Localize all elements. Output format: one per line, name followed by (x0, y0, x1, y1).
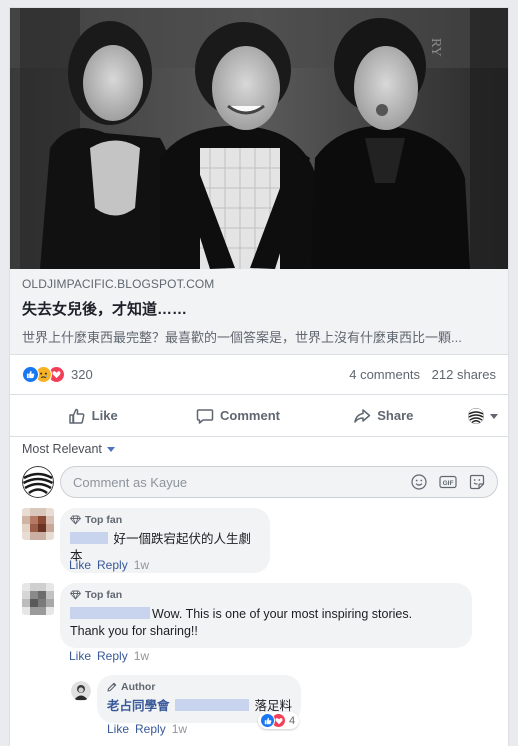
share-label: Share (377, 408, 414, 423)
comments-count[interactable]: 4 comments (349, 367, 420, 382)
post-card: RY OLDJIMPACIFIC.BLOGSPOT.COM 失去女兒後，才知道…… (9, 7, 509, 746)
comment-icon (196, 408, 214, 424)
author-avatar[interactable] (71, 681, 91, 701)
share-button[interactable]: Share (311, 407, 456, 425)
svg-text:GIF: GIF (443, 480, 454, 487)
like-reaction-icon (22, 366, 39, 383)
comment: Top fan Wow. This is one of your most in… (22, 583, 472, 648)
reply-actions: Like Reply 1w (107, 722, 187, 736)
badge-label: Top fan (85, 514, 123, 526)
comment-actions: Like Reply 1w (69, 649, 149, 663)
comment-label: Comment (220, 408, 280, 423)
emoji-icon[interactable] (411, 474, 427, 490)
shares-count[interactable]: 212 shares (432, 367, 496, 382)
comment-sort-dropdown[interactable]: Most Relevant (22, 442, 115, 456)
commenter-avatar[interactable] (22, 508, 54, 540)
diamond-icon (70, 590, 81, 600)
like-label: Like (91, 408, 118, 423)
comment-like-link[interactable]: Like (69, 558, 91, 572)
chevron-down-icon (106, 447, 115, 452)
link-title[interactable]: 失去女兒後，才知道…… (22, 298, 496, 319)
tagged-name-redacted[interactable] (175, 699, 249, 711)
reply-like-link[interactable]: Like (107, 722, 129, 736)
sort-label: Most Relevant (22, 442, 102, 456)
share-icon (354, 408, 371, 423)
page-avatar-icon (467, 407, 484, 424)
comment-timestamp[interactable]: 1w (134, 649, 149, 663)
commenter-avatar[interactable] (22, 583, 54, 615)
commenter-name-redacted[interactable] (70, 532, 108, 544)
pencil-icon (107, 682, 117, 692)
reply-reply-link[interactable]: Reply (135, 722, 166, 736)
reaction-summary[interactable]: 320 (22, 366, 93, 383)
comment-text: Wow. This is one of your most inspiring … (152, 607, 413, 621)
post-actions: Like Comment Share (10, 395, 508, 437)
link-description: 世界上什麼東西最完整？最喜歡的一個答案是，世界上沒有什麼東西比一顆... (22, 330, 462, 345)
post-photo[interactable]: RY (10, 8, 508, 269)
comment-composer: Comment as Kayue GIF (22, 464, 498, 500)
comment-placeholder: Comment as Kayue (73, 474, 188, 490)
comment-bubble: Top fan Wow. This is one of your most in… (60, 583, 472, 648)
sticker-icon[interactable] (469, 474, 485, 490)
reply-reaction-count: 4 (289, 714, 296, 727)
comment-like-link[interactable]: Like (69, 649, 91, 663)
user-avatar[interactable] (22, 466, 54, 498)
reaction-count[interactable]: 320 (71, 367, 93, 382)
like-button[interactable]: Like (20, 407, 165, 425)
diamond-icon (70, 515, 81, 525)
comment-reply-link[interactable]: Reply (97, 558, 128, 572)
reply-text: 落足料 (254, 699, 292, 713)
comment-reply-link[interactable]: Reply (97, 649, 128, 663)
reaction-identity-selector[interactable] (456, 407, 498, 424)
reaction-stats-bar: 320 4 comments 212 shares (10, 355, 508, 395)
comment-text-continued: Thank you for sharing!! (70, 624, 198, 638)
badge-label: Top fan (85, 589, 123, 601)
reply-reaction-summary[interactable]: 4 (258, 712, 300, 729)
commenter-name-redacted[interactable] (70, 607, 150, 619)
top-fan-badge: Top fan (70, 514, 260, 526)
comment-share-counts: 4 comments 212 shares (341, 367, 496, 382)
comment-timestamp[interactable]: 1w (134, 558, 149, 572)
svg-text:RY: RY (428, 38, 443, 57)
comment-input[interactable]: Comment as Kayue GIF (60, 466, 498, 498)
composer-icons: GIF (411, 474, 485, 490)
comment-actions: Like Reply 1w (69, 558, 149, 572)
thumbs-up-icon (68, 408, 85, 424)
comment-text-row: Wow. This is one of your most inspiring … (70, 606, 462, 640)
link-domain: OLDJIMPACIFIC.BLOGSPOT.COM (22, 277, 215, 291)
author-name[interactable]: 老占同學會 (107, 699, 170, 713)
author-badge: Author (107, 681, 293, 693)
badge-label: Author (121, 681, 156, 693)
top-fan-badge: Top fan (70, 589, 462, 601)
reply-timestamp[interactable]: 1w (172, 722, 187, 736)
chevron-down-icon (489, 413, 498, 419)
comment-button[interactable]: Comment (165, 407, 310, 425)
photo-image: RY (10, 8, 508, 269)
like-reaction-icon (260, 713, 275, 728)
gif-icon[interactable]: GIF (439, 474, 457, 490)
link-preview[interactable]: OLDJIMPACIFIC.BLOGSPOT.COM 失去女兒後，才知道…… 世… (10, 269, 508, 355)
